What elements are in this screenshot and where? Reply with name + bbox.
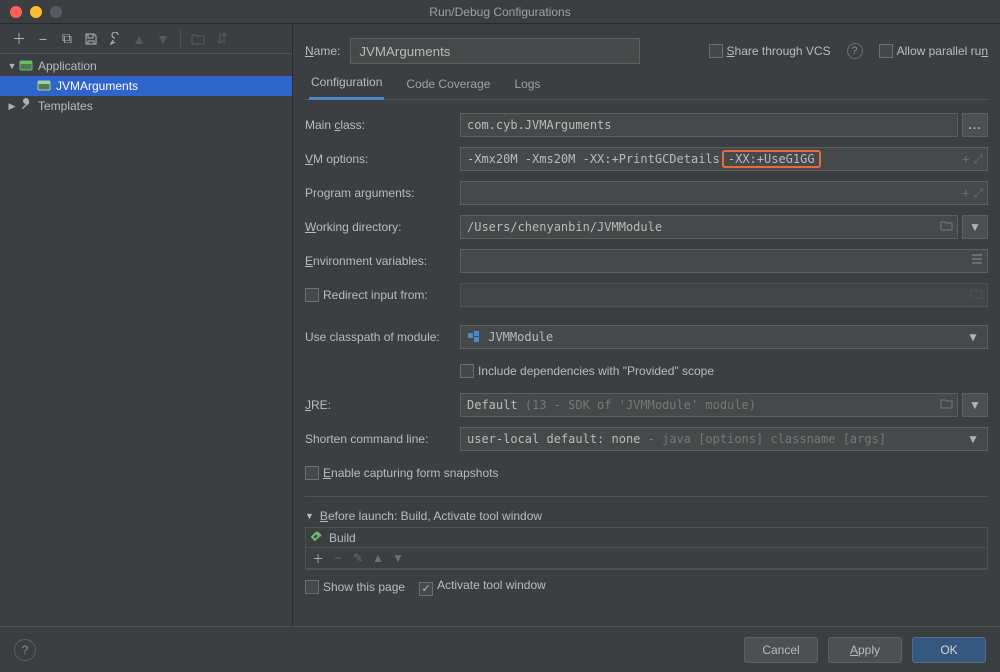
config-name-input[interactable] — [350, 38, 640, 64]
folder-icon[interactable] — [940, 398, 953, 412]
redirect-input-checkbox[interactable]: Redirect input from: — [305, 288, 460, 302]
expand-field-icon[interactable]: ⤢ — [973, 152, 983, 167]
tab-configuration[interactable]: Configuration — [309, 69, 384, 100]
working-dir-label: Working directory: — [305, 220, 460, 234]
name-label: Name: — [305, 44, 340, 58]
tab-code-coverage[interactable]: Code Coverage — [404, 71, 492, 99]
redirect-input-field — [460, 283, 988, 307]
wrench-icon — [18, 98, 34, 115]
before-launch-header[interactable]: ▼ Before launch: Build, Activate tool wi… — [305, 505, 988, 527]
remove-config-button[interactable]: − — [32, 28, 54, 50]
cancel-button[interactable]: Cancel — [744, 637, 818, 663]
apply-button[interactable]: Apply — [828, 637, 902, 663]
expand-field-icon[interactable]: ⤢ — [973, 186, 983, 201]
list-icon[interactable] — [971, 254, 983, 268]
tab-logs[interactable]: Logs — [512, 71, 542, 99]
titlebar: Run/Debug Configurations — [0, 0, 1000, 24]
working-dir-input[interactable]: /Users/chenyanbin/JVMModule — [460, 215, 958, 239]
ok-button[interactable]: OK — [912, 637, 986, 663]
allow-parallel-checkbox[interactable]: Allow parallel run — [879, 44, 988, 58]
config-tree: ▼ Application JVMArguments ▶ Templates — [0, 54, 292, 672]
jre-dropdown-button[interactable]: ▼ — [962, 393, 988, 417]
application-icon — [18, 58, 34, 75]
window-minimize-icon[interactable] — [30, 6, 42, 18]
edit-task-button: ✎ — [350, 551, 366, 565]
tree-node-jvmarguments[interactable]: JVMArguments — [0, 76, 292, 96]
working-dir-dropdown-button[interactable]: ▼ — [962, 215, 988, 239]
edit-config-button[interactable] — [104, 28, 126, 50]
add-config-button[interactable]: ＋ — [8, 28, 30, 50]
shorten-dropdown[interactable]: user-local default: none - java [options… — [460, 427, 988, 451]
vm-options-input[interactable]: -Xmx20M -Xms20M -XX:+PrintGCDetails -XX:… — [460, 147, 988, 171]
before-launch-toolbar: ＋ − ✎ ▲ ▼ — [305, 547, 988, 569]
vm-highlight: -XX:+UseG1GG — [722, 150, 821, 168]
sort-button: ⇵ — [211, 28, 233, 50]
activate-tool-window-checkbox[interactable]: Activate tool window — [419, 578, 546, 596]
window-title: Run/Debug Configurations — [0, 5, 1000, 19]
move-task-up-button: ▲ — [370, 551, 386, 565]
move-task-down-button: ▼ — [390, 551, 406, 565]
tree-node-application[interactable]: ▼ Application — [0, 56, 292, 76]
application-icon — [36, 78, 52, 95]
module-icon — [467, 330, 481, 344]
expand-arrow-icon[interactable]: ▼ — [6, 61, 18, 71]
main-class-browse-button[interactable]: ... — [962, 113, 988, 137]
sidebar-toolbar: ＋ − ⧉ ▲ ▼ ⇵ — [0, 24, 292, 54]
chevron-down-icon: ▼ — [963, 330, 983, 344]
program-args-label: Program arguments: — [305, 186, 460, 200]
collapse-arrow-icon[interactable]: ▼ — [305, 511, 314, 521]
copy-config-button[interactable]: ⧉ — [56, 28, 78, 50]
jre-dropdown[interactable]: Default (13 - SDK of 'JVMModule' module) — [460, 393, 958, 417]
show-this-page-checkbox[interactable]: Show this page — [305, 580, 405, 594]
main-class-label: Main class: — [305, 118, 460, 132]
folder-icon — [970, 288, 983, 302]
content-panel: Name: Share through VCS ? Allow parallel… — [293, 24, 1000, 672]
snapshots-checkbox[interactable]: Enable capturing form snapshots — [305, 466, 498, 480]
tree-label: Templates — [38, 99, 93, 113]
shorten-label: Shorten command line: — [305, 432, 460, 446]
expand-arrow-icon[interactable]: ▶ — [6, 101, 18, 112]
move-up-button: ▲ — [128, 28, 150, 50]
window-close-icon[interactable] — [10, 6, 22, 18]
tree-label: Application — [38, 59, 97, 73]
window-zoom-icon — [50, 6, 62, 18]
help-button[interactable]: ? — [14, 639, 36, 661]
dialog-footer: ? Cancel Apply OK — [0, 626, 1000, 672]
before-launch-item[interactable]: Build — [305, 527, 988, 547]
env-vars-label: Environment variables: — [305, 254, 460, 268]
folder-button — [187, 28, 209, 50]
move-down-button: ▼ — [152, 28, 174, 50]
insert-macro-icon[interactable]: + — [962, 186, 969, 201]
include-provided-checkbox[interactable]: Include dependencies with "Provided" sco… — [460, 364, 714, 378]
help-icon[interactable]: ? — [847, 43, 863, 59]
program-args-input[interactable]: +⤢ — [460, 181, 988, 205]
hammer-icon — [310, 530, 323, 546]
insert-macro-icon[interactable]: + — [962, 152, 969, 167]
tree-node-templates[interactable]: ▶ Templates — [0, 96, 292, 116]
jre-label: JRE: — [305, 398, 460, 412]
tabs: Configuration Code Coverage Logs — [305, 70, 988, 100]
folder-icon[interactable] — [940, 220, 953, 234]
classpath-dropdown[interactable]: JVMModule ▼ — [460, 325, 988, 349]
tree-label: JVMArguments — [56, 79, 138, 93]
share-vcs-checkbox[interactable]: Share through VCS — [709, 44, 831, 58]
env-vars-input[interactable] — [460, 249, 988, 273]
main-class-input[interactable]: com.cyb.JVMArguments — [460, 113, 958, 137]
before-launch-list: Build ＋ − ✎ ▲ ▼ — [305, 527, 988, 570]
chevron-down-icon: ▼ — [963, 432, 983, 446]
save-config-button[interactable] — [80, 28, 102, 50]
classpath-label: Use classpath of module: — [305, 330, 460, 344]
sidebar: ＋ − ⧉ ▲ ▼ ⇵ ▼ Application — [0, 24, 293, 672]
add-task-button[interactable]: ＋ — [310, 550, 326, 567]
remove-task-button: − — [330, 551, 346, 565]
vm-options-label: VM options: — [305, 152, 460, 166]
